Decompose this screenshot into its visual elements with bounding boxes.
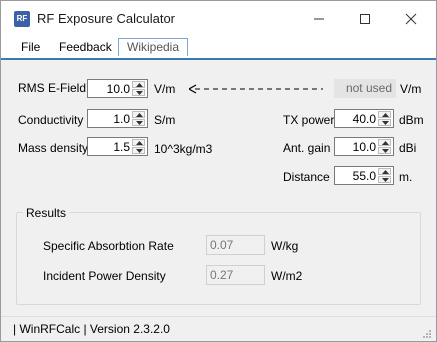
tx-power-down-button[interactable] [378,119,391,126]
close-button[interactable] [388,1,434,37]
rms-efield-up-button[interactable] [132,81,145,88]
conductivity-label: Conductivity [18,113,84,127]
mass-density-unit: 10^3kg/m3 [154,142,213,156]
rms-efield-value[interactable]: 10.0 [107,82,130,96]
ant-gain-up-button[interactable] [378,139,391,146]
ant-gain-spinner[interactable]: 10.0 [334,137,394,156]
arrow-up-icon [136,83,143,87]
close-icon [405,13,417,25]
app-window: RF RF Exposure Calculator File Feedback … [0,0,437,342]
conductivity-unit: S/m [154,113,176,127]
conductivity-down-button[interactable] [132,119,145,126]
arrow-up-icon [136,113,143,117]
not-used-field: not used [334,79,396,98]
distance-label: Distance [283,170,330,184]
distance-value[interactable]: 55.0 [353,169,376,183]
maximize-button[interactable] [342,1,388,37]
menu-feedback[interactable]: Feedback [59,40,112,54]
mass-density-label: Mass density [18,141,89,155]
sar-value: 0.07 [210,238,234,252]
ipd-field: 0.27 [206,265,265,285]
distance-down-button[interactable] [378,176,391,183]
ipd-value: 0.27 [210,268,234,282]
mass-density-up-button[interactable] [132,139,145,146]
sar-label: Specific Absorbtion Rate [43,239,174,253]
dashed-arrow-icon [189,84,323,94]
tx-power-up-button[interactable] [378,111,391,118]
rms-efield-down-button[interactable] [132,89,145,96]
conductivity-value[interactable]: 1.0 [113,112,130,126]
ant-gain-value[interactable]: 10.0 [353,140,376,154]
mass-density-spinner[interactable]: 1.5 [87,137,148,156]
minimize-icon [314,18,324,20]
arrow-down-icon [136,121,143,125]
sar-unit: W/kg [271,239,299,253]
tx-power-spinner[interactable]: 40.0 [334,109,394,128]
ant-gain-down-button[interactable] [378,147,391,154]
ipd-label: Incident Power Density [43,269,166,283]
arrow-up-icon [382,113,389,117]
arrow-down-icon [382,121,389,125]
mass-density-down-button[interactable] [132,147,145,154]
distance-spinner[interactable]: 55.0 [334,166,394,185]
menu-wikipedia[interactable]: Wikipedia [118,38,189,56]
ant-gain-unit: dBi [399,141,417,155]
mass-density-value[interactable]: 1.5 [113,140,130,154]
tx-power-unit: dBm [399,113,424,127]
arrow-down-icon [382,178,389,182]
rms-efield-spinner[interactable]: 10.0 [87,79,148,98]
not-used-value: not used [345,81,392,95]
distance-up-button[interactable] [378,168,391,175]
status-bar: | WinRFCalc | Version 2.3.2.0 [1,316,436,341]
resize-grip-icon[interactable] [422,329,432,339]
tx-power-value[interactable]: 40.0 [353,112,376,126]
rms-efield-label: RMS E-Field [18,81,87,95]
ant-gain-label: Ant. gain [283,141,331,155]
rms-efield-unit: V/m [154,82,176,96]
arrow-up-icon [382,170,389,174]
minimize-button[interactable] [296,1,342,37]
title-bar[interactable]: RF RF Exposure Calculator [1,1,436,37]
arrow-down-icon [136,91,143,95]
conductivity-spinner[interactable]: 1.0 [87,109,148,128]
sar-field: 0.07 [206,235,265,255]
menu-bar: File Feedback Wikipedia [1,37,436,60]
results-groupbox [16,212,421,305]
arrow-up-icon [136,141,143,145]
maximize-icon [360,14,370,24]
distance-unit: m. [399,170,413,184]
menu-file[interactable]: File [21,40,40,54]
status-text: | WinRFCalc | Version 2.3.2.0 [13,322,170,336]
app-icon: RF [14,11,30,27]
tx-power-label: TX power [283,113,335,127]
arrow-down-icon [136,149,143,153]
arrow-up-icon [382,141,389,145]
conductivity-up-button[interactable] [132,111,145,118]
results-title: Results [23,206,70,220]
ipd-unit: W/m2 [271,269,303,283]
window-title: RF Exposure Calculator [37,11,175,26]
arrow-down-icon [382,149,389,153]
not-used-unit: V/m [400,82,422,96]
